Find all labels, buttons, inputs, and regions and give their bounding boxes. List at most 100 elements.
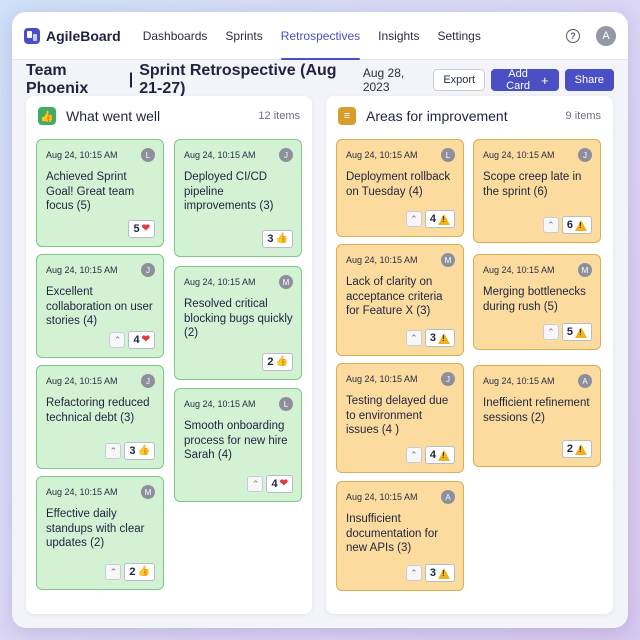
retro-card[interactable]: Aug 24, 10:15 AM M Resolved critical blo… [174, 266, 302, 380]
retro-card[interactable]: Aug 24, 10:15 AM M Merging bottlenecks d… [473, 254, 601, 350]
vote-count-chip[interactable]: 4 [424, 210, 455, 228]
help-icon[interactable]: ? [566, 28, 580, 43]
card-avatar: M [441, 253, 455, 267]
card-meta: Aug 24, 10:15 AM J [46, 263, 155, 277]
card-avatar: L [279, 397, 293, 411]
add-card-button[interactable]: Add Card + [491, 68, 559, 92]
retro-card[interactable]: Aug 24, 10:15 AM A Insufficient document… [336, 481, 464, 591]
card-actions: ⌃ 4 [405, 446, 455, 464]
card-avatar: J [141, 374, 155, 388]
card-text: Inefficient refinement sessions (2) [483, 397, 590, 424]
vote-count-chip[interactable]: 3 👍 [262, 230, 293, 248]
upvote-button[interactable]: ⌃ [542, 324, 559, 340]
vote-count-chip[interactable]: 5 ❤ [128, 220, 155, 238]
nav-right-group: ? A [566, 25, 616, 46]
app-window: AgileBoard Dashboards Sprints Retrospect… [12, 12, 628, 628]
vote-count: 5 [566, 326, 573, 338]
retro-card[interactable]: Aug 24, 10:15 AM M Lack of clarity on ac… [336, 244, 464, 356]
card-time: Aug 24, 10:15 AM [483, 376, 555, 386]
column-count: 9 items [565, 110, 601, 122]
card-text: Testing delayed due to environment issue… [346, 395, 449, 436]
thumbs-up-icon: 👍 [137, 566, 150, 577]
upvote-button[interactable]: ⌃ [105, 564, 122, 580]
vote-count: 6 [566, 219, 573, 231]
page-title: Sprint Retrospective (Aug 21-27) [139, 62, 337, 97]
upvote-button[interactable]: ⌃ [109, 332, 126, 348]
retro-card[interactable]: Aug 24, 10:15 AM L Achieved Sprint Goal!… [36, 139, 164, 247]
warning-icon [438, 449, 450, 461]
card-actions: 5 ❤ [128, 220, 155, 238]
column-what-went-well: 👍 What went well 12 items Aug 24, 10:15 … [26, 96, 312, 614]
retro-card[interactable]: Aug 24, 10:15 AM J Excellent collaborati… [36, 254, 164, 358]
vote-count-chip[interactable]: 4 ❤ [266, 475, 293, 493]
card-meta: Aug 24, 10:15 AM L [346, 148, 455, 162]
retro-card[interactable]: Aug 24, 10:15 AM J Deployed CI/CD pipeli… [174, 139, 302, 257]
export-button[interactable]: Export [433, 69, 486, 91]
retro-card[interactable]: Aug 24, 10:15 AM L Deployment rollback o… [336, 139, 464, 237]
card-text: Refactoring reduced technical debt (3) [46, 397, 150, 424]
warning-icon [438, 332, 450, 344]
vote-count: 4 [133, 334, 140, 346]
card-meta: Aug 24, 10:15 AM J [483, 148, 592, 162]
retro-card[interactable]: Aug 24, 10:15 AM M Effective daily stand… [36, 476, 164, 590]
vote-count-chip[interactable]: 4 ❤ [128, 331, 155, 349]
vote-count-chip[interactable]: 6 [561, 216, 592, 234]
card-actions: ⌃ 4 [405, 210, 455, 228]
card-time: Aug 24, 10:15 AM [483, 265, 555, 275]
card-time: Aug 24, 10:15 AM [46, 376, 118, 386]
card-time: Aug 24, 10:15 AM [483, 150, 555, 160]
nav-settings[interactable]: Settings [438, 12, 481, 60]
retro-card[interactable]: Aug 24, 10:15 AM J Refactoring reduced t… [36, 365, 164, 469]
card-meta: Aug 24, 10:15 AM L [46, 148, 155, 162]
upvote-button[interactable]: ⌃ [247, 476, 264, 492]
card-time: Aug 24, 10:15 AM [46, 150, 118, 160]
card-actions: ⌃ 6 [542, 216, 592, 234]
card-avatar: L [141, 148, 155, 162]
vote-count-chip[interactable]: 2 [561, 440, 592, 458]
retro-board: 👍 What went well 12 items Aug 24, 10:15 … [26, 96, 614, 614]
retro-card[interactable]: Aug 24, 10:15 AM J Scope creep late in t… [473, 139, 601, 243]
thumbs-up-icon: 👍 [137, 445, 150, 456]
card-time: Aug 24, 10:15 AM [46, 265, 118, 275]
upvote-button[interactable]: ⌃ [542, 217, 559, 233]
card-actions: ⌃ 4 ❤ [247, 475, 293, 493]
vote-count-chip[interactable]: 3 👍 [124, 442, 155, 460]
card-text: Excellent collaboration on user stories … [46, 286, 153, 327]
retro-card[interactable]: Aug 24, 10:15 AM A Inefficient refinemen… [473, 365, 601, 467]
upvote-button[interactable]: ⌃ [405, 211, 422, 227]
page-header: Team Phoenix | Sprint Retrospective (Aug… [12, 60, 628, 100]
card-meta: Aug 24, 10:15 AM A [483, 374, 592, 388]
vote-count-chip[interactable]: 2 👍 [262, 353, 293, 371]
heart-icon: ❤ [141, 223, 150, 234]
card-text: Deployment rollback on Tuesday (4) [346, 171, 451, 198]
card-actions: ⌃ 3 [405, 564, 455, 582]
vote-count-chip[interactable]: 5 [561, 323, 592, 341]
card-actions: ⌃ 3 [405, 329, 455, 347]
card-text: Effective daily standups with clear upda… [46, 508, 145, 549]
vote-count-chip[interactable]: 4 [424, 446, 455, 464]
vote-count: 3 [129, 445, 136, 457]
upvote-button[interactable]: ⌃ [105, 443, 122, 459]
vote-count-chip[interactable]: 2 👍 [124, 563, 155, 581]
share-button[interactable]: Share [564, 69, 614, 91]
vote-count: 3 [267, 233, 274, 245]
nav-retrospectives[interactable]: Retrospectives [280, 12, 361, 60]
upvote-button[interactable]: ⌃ [405, 447, 422, 463]
nav-insights[interactable]: Insights [378, 12, 419, 60]
upvote-button[interactable]: ⌃ [405, 330, 422, 346]
retro-card[interactable]: Aug 24, 10:15 AM J Testing delayed due t… [336, 363, 464, 473]
card-time: Aug 24, 10:15 AM [184, 150, 256, 160]
vote-count-chip[interactable]: 3 [424, 564, 455, 582]
nav-dashboards[interactable]: Dashboards [143, 12, 208, 60]
thumbs-up-icon: 👍 [38, 107, 56, 125]
nav-sprints[interactable]: Sprints [225, 12, 262, 60]
card-avatar: J [279, 148, 293, 162]
retro-card[interactable]: Aug 24, 10:15 AM L Smooth onboarding pro… [174, 388, 302, 502]
warning-icon [438, 213, 450, 225]
user-avatar[interactable]: A [596, 25, 616, 46]
vote-count-chip[interactable]: 3 [424, 329, 455, 347]
card-avatar: J [141, 263, 155, 277]
upvote-button[interactable]: ⌃ [405, 565, 422, 581]
card-text: Smooth onboarding process for new hire S… [184, 420, 288, 461]
card-actions: ⌃ 4 ❤ [109, 331, 155, 349]
